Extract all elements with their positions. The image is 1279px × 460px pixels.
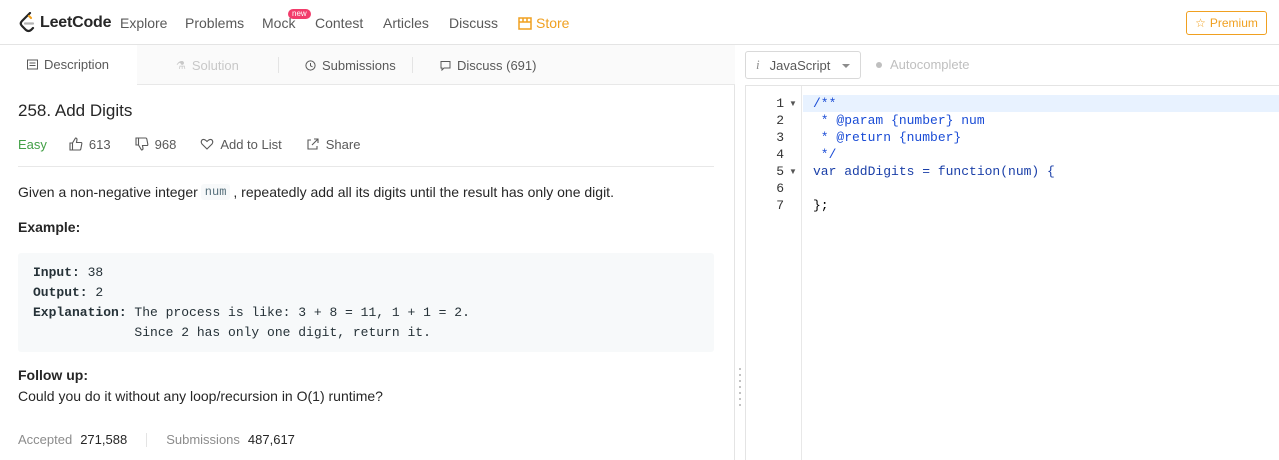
line-number: 3 [776,130,784,145]
star-icon: ☆ [1195,16,1206,30]
tab-separator [278,57,279,73]
code-line[interactable]: */ [813,146,837,163]
example-output-line: Output: 2 [33,285,104,300]
resizer-handle-icon[interactable] [739,366,741,410]
share-button[interactable]: Share [306,136,361,152]
nav-contest[interactable]: Contest [315,15,363,31]
line-number: 5 [776,164,784,179]
tab-submissions-label: Submissions [322,57,396,73]
stats-separator [146,432,148,447]
new-badge: new [288,9,311,19]
example-explanation-continued: Since 2 has only one digit, return it. [33,325,431,340]
line-number: 7 [776,198,784,213]
language-label: JavaScript [769,57,831,73]
share-label: Share [325,136,361,152]
toggle-dot-icon [876,61,882,68]
code-line[interactable]: var addDigits = function(num) { [813,163,1055,180]
code-line[interactable]: * @return {number} [813,129,961,146]
like-count: 613 [88,136,111,152]
accepted-value: 271,588 [80,432,128,447]
nav-store[interactable]: Store [518,15,569,31]
problem-stats: Accepted 271,588 Submissions 487,617 [18,432,295,447]
fold-arrow-icon[interactable]: ▼ [789,167,797,176]
inline-code-num: num [200,184,231,200]
code-editor[interactable]: 1 ▼ 2 3 4 5 ▼ 6 7 /** * @param {number} … [745,85,1279,460]
line-number: 2 [776,113,784,128]
add-to-list-button[interactable]: Add to List [200,136,282,152]
tab-solution: ⚗ Solution [176,45,239,85]
premium-button[interactable]: ☆ Premium [1186,11,1267,35]
nav-explore[interactable]: Explore [120,15,167,31]
follow-up-heading: Follow up: [18,367,88,383]
editor-toolbar: i JavaScript Autocomplete [745,45,1279,85]
example-block: Input: 38 Output: 2 Explanation: The pro… [18,253,714,352]
tab-discuss-label: Discuss (691) [457,57,537,73]
autocomplete-label: Autocomplete [890,57,970,72]
example-heading: Example: [18,219,81,235]
nav-problems[interactable]: Problems [185,15,244,31]
line-number-gutter: 1 ▼ 2 3 4 5 ▼ 6 7 [746,86,802,460]
accepted-label: Accepted [18,432,73,447]
logo[interactable]: LeetCode [18,12,112,34]
store-icon [518,16,532,30]
code-area[interactable]: /** * @param {number} num * @return {num… [803,86,1279,460]
submissions-label: Submissions [166,432,240,447]
example-input-line: Input: 38 [33,265,104,280]
tab-solution-label: Solution [191,57,239,73]
description-text-end: , repeatedly add all its digits until th… [233,184,614,200]
logo-text: LeetCode [40,14,112,31]
code-line[interactable]: }; [813,197,829,214]
line-number: 4 [776,147,784,162]
description-icon [27,59,38,69]
leetcode-logo-icon [19,12,35,33]
code-line[interactable]: * @param {number} num [813,112,985,129]
thumbs-down-icon [135,137,148,151]
divider-line [18,166,714,167]
fold-arrow-icon[interactable]: ▼ [789,99,797,108]
example-explanation-line: Explanation: The process is like: 3 + 8 … [33,305,470,320]
nav-discuss[interactable]: Discuss [449,15,498,31]
language-select[interactable]: i JavaScript [745,51,861,79]
tab-submissions[interactable]: Submissions [305,45,396,85]
follow-up-text: Could you do it without any loop/recursi… [18,388,383,404]
problem-title: 258. Add Digits [18,101,133,120]
difficulty-label: Easy [18,136,47,152]
problem-tabs: Description ⚗ Solution Submissions Discu… [0,45,735,85]
tab-separator [412,57,413,73]
nav-articles[interactable]: Articles [383,15,429,31]
comment-icon [440,60,451,71]
clock-icon [305,59,316,71]
autocomplete-toggle[interactable]: Autocomplete [876,57,970,72]
top-nav: LeetCode Explore Problems Mock new Conte… [0,0,1279,45]
info-icon: i [756,57,760,72]
tab-description-label: Description [44,56,110,72]
like-button[interactable]: 613 [69,137,111,152]
tab-discuss[interactable]: Discuss (691) [440,45,536,85]
problem-description: Given a non-negative integer num , repea… [18,184,614,200]
line-number: 6 [776,181,784,196]
share-icon [307,138,319,150]
add-to-list-label: Add to List [220,136,282,152]
heart-icon [201,138,214,150]
dislike-button[interactable]: 968 [135,136,177,152]
thumbs-up-icon [69,137,83,151]
premium-label: Premium [1209,16,1258,30]
submissions-value: 487,617 [247,432,295,447]
active-line-highlight [803,95,1279,112]
flask-icon: ⚗ [176,59,186,72]
problem-meta: Easy 613 968 Add to List Share [18,135,384,153]
code-line[interactable]: /** [813,95,836,112]
caret-down-icon [842,64,850,68]
store-label: Store [536,15,570,31]
description-text-start: Given a non-negative integer [18,184,198,200]
line-number: 1 [776,96,784,111]
tab-description[interactable]: Description [0,45,137,85]
dislike-count: 968 [154,136,177,152]
